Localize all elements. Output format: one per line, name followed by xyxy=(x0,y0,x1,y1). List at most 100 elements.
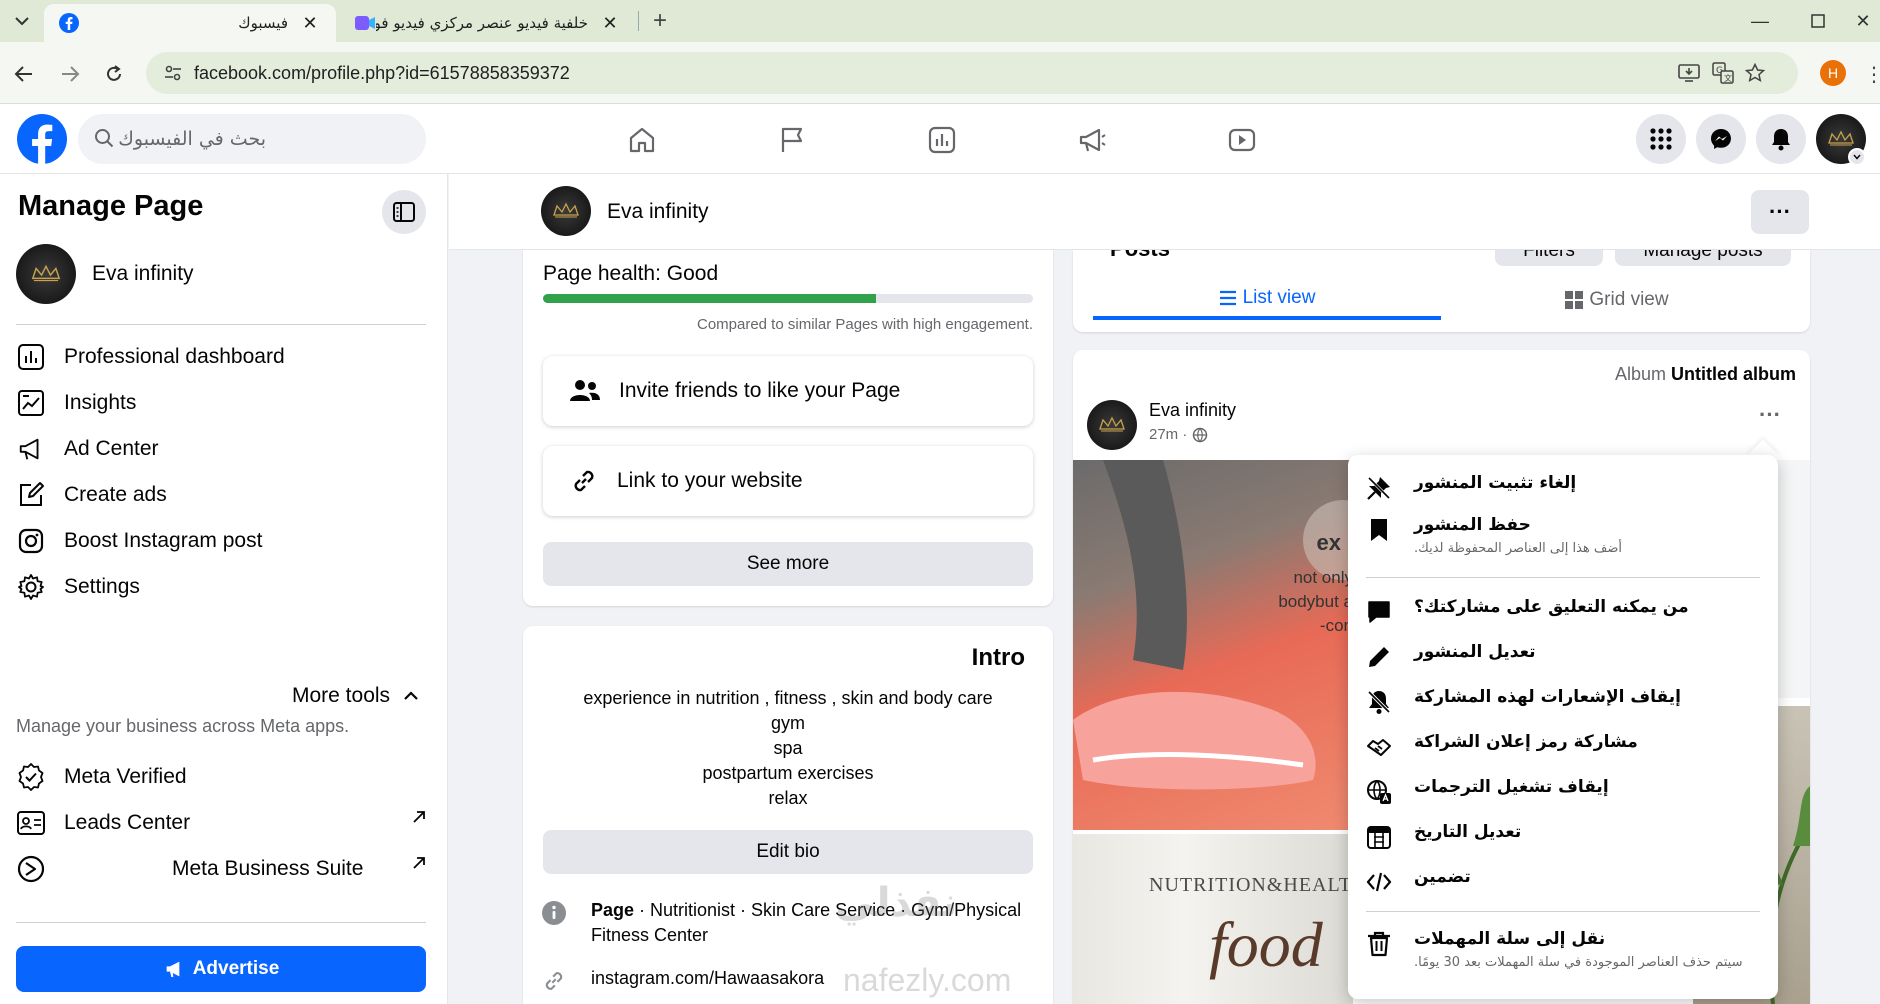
tab-search-chevron-icon[interactable] xyxy=(6,5,38,37)
pages-flag-icon[interactable] xyxy=(770,118,814,162)
post-author-name[interactable]: Eva infinity xyxy=(1149,400,1236,421)
sidebar-item-boost-instagram[interactable]: Boost Instagram post xyxy=(14,518,434,564)
advertise-button[interactable]: Advertise xyxy=(16,946,426,992)
tab-facebook[interactable]: فيسبوك ✕ xyxy=(44,4,336,42)
photo-text: not only xyxy=(1293,568,1353,587)
facebook-logo-icon[interactable] xyxy=(16,113,68,165)
invite-friends-button[interactable]: Invite friends to like your Page xyxy=(543,356,1033,426)
post-photo-nutrition[interactable]: NUTRITION&HEALT food xyxy=(1073,834,1353,1004)
bio-line: spa xyxy=(773,738,803,758)
video-play-icon[interactable] xyxy=(1220,118,1264,162)
photo-illustration xyxy=(1073,460,1353,790)
menu-grid-icon[interactable] xyxy=(1636,114,1686,164)
menu-item-label: تضمين xyxy=(1414,867,1471,887)
collapse-sidebar-icon[interactable] xyxy=(382,190,426,234)
sidebar-item-label: Settings xyxy=(64,575,140,598)
tab-video[interactable]: خلفية فيديو عنصر مركزي فيديو فو ✕ xyxy=(340,4,636,42)
translate-icon[interactable]: G文 xyxy=(1710,61,1736,85)
menu-divider xyxy=(1366,911,1760,912)
sidebar-item-create-ads[interactable]: Create ads xyxy=(14,472,434,518)
post-photo-fitness[interactable]: ex not only bodybut a -con xyxy=(1073,460,1353,830)
grid-view-tab[interactable]: Grid view xyxy=(1443,280,1791,320)
sidebar-item-label: Create ads xyxy=(64,483,167,506)
sidebar-page-switcher[interactable]: Eva infinity xyxy=(16,244,194,304)
messenger-icon[interactable] xyxy=(1696,114,1746,164)
edit-bio-button[interactable]: Edit bio xyxy=(543,830,1033,874)
notifications-bell-icon[interactable] xyxy=(1756,114,1806,164)
posts-header-card: Posts Filters Manage posts List view Gri… xyxy=(1073,250,1810,332)
menu-item-move-to-trash[interactable]: نقل إلى سلة المهملات سيتم حذف العناصر الم… xyxy=(1348,929,1778,972)
menu-item-who-can-comment[interactable]: من يمكنه التعليق على مشاركتك؟ xyxy=(1348,597,1778,625)
sidebar-item-meta-verified[interactable]: Meta Verified xyxy=(14,754,434,800)
tab-close-icon[interactable]: ✕ xyxy=(598,13,622,34)
page-header-avatar[interactable] xyxy=(541,186,591,236)
intro-title: Intro xyxy=(971,644,1025,671)
omnibox[interactable]: facebook.com/profile.php?id=615788583593… xyxy=(146,52,1798,94)
album-prefix: Album xyxy=(1614,364,1666,384)
browser-profile-avatar[interactable]: H xyxy=(1820,60,1846,86)
close-window-icon[interactable]: ✕ xyxy=(1846,0,1880,42)
maximize-icon[interactable] xyxy=(1790,0,1846,42)
bell-off-icon xyxy=(1366,689,1392,715)
minimize-icon[interactable]: — xyxy=(1732,0,1788,42)
sidebar-item-leads-center[interactable]: Leads Center xyxy=(14,800,434,846)
bookmark-icon xyxy=(1366,517,1392,543)
facebook-top-bar: بحث في الفيسبوك xyxy=(0,104,1880,174)
menu-item-edit-date[interactable]: تعديل التاريخ xyxy=(1348,822,1778,850)
post-author-avatar[interactable] xyxy=(1087,400,1137,450)
new-tab-plus-icon[interactable]: + xyxy=(644,5,676,37)
menu-item-edit-post[interactable]: تعديل المنشور xyxy=(1348,642,1778,670)
advertise-label: Advertise xyxy=(192,958,280,979)
menu-item-save[interactable]: حفظ المنشور أضف هذا إلى العناصر المحفوظة … xyxy=(1348,515,1778,558)
ad-megaphone-icon[interactable] xyxy=(1070,118,1114,162)
reload-icon[interactable] xyxy=(98,58,130,90)
manage-posts-button[interactable]: Manage posts xyxy=(1615,250,1791,266)
more-tools-toggle[interactable]: More tools xyxy=(292,684,418,708)
sidebar-item-ad-center[interactable]: Ad Center xyxy=(14,426,434,472)
sidebar-item-label: Insights xyxy=(64,391,137,414)
sidebar-item-insights[interactable]: Insights xyxy=(14,380,434,426)
professional-dashboard-nav-icon[interactable] xyxy=(920,118,964,162)
back-icon[interactable] xyxy=(8,58,40,90)
site-settings-icon[interactable] xyxy=(160,61,186,85)
menu-item-partnership-code[interactable]: مشاركة رمز إعلان الشراكة xyxy=(1348,732,1778,760)
globe-translate-icon xyxy=(1366,779,1392,805)
watermark-latin: nafezly.com xyxy=(843,962,1012,998)
advertise-megaphone-icon xyxy=(166,961,180,977)
sidebar-item-settings[interactable]: Settings xyxy=(14,564,434,610)
bookmark-star-icon[interactable] xyxy=(1742,61,1768,85)
tab-close-icon[interactable]: ✕ xyxy=(298,13,322,34)
account-chevron-icon[interactable] xyxy=(1848,148,1866,166)
manage-page-sidebar: Manage Page Eva infinity Professional da… xyxy=(0,174,448,1004)
invite-friends-label: Invite friends to like your Page xyxy=(619,379,901,402)
grid-icon xyxy=(1565,291,1584,309)
sidebar-item-label: Meta Business Suite xyxy=(172,857,364,880)
external-link-icon xyxy=(412,810,426,824)
menu-item-embed[interactable]: تضمين xyxy=(1348,867,1778,895)
search-placeholder: بحث في الفيسبوك xyxy=(118,128,266,150)
album-line[interactable]: Album Untitled album xyxy=(1615,364,1796,385)
post-timestamp[interactable]: 27m · xyxy=(1149,426,1208,443)
see-more-button[interactable]: See more xyxy=(543,542,1033,586)
browser-menu-icon[interactable]: ⋮ xyxy=(1858,58,1880,90)
home-icon[interactable] xyxy=(620,118,664,162)
menu-item-label: تعديل التاريخ xyxy=(1414,822,1522,842)
album-name: Untitled album xyxy=(1671,364,1796,384)
page-options-button[interactable]: ··· xyxy=(1751,190,1809,234)
forward-icon[interactable] xyxy=(54,58,86,90)
list-view-tab[interactable]: List view xyxy=(1093,280,1441,320)
install-app-icon[interactable] xyxy=(1676,61,1702,85)
post-options-menu: إلغاء تثبيت المنشور حفظ المنشور أضف هذا إ… xyxy=(1348,455,1778,999)
post-options-icon[interactable]: ··· xyxy=(1759,402,1781,428)
link-website-button[interactable]: Link to your website xyxy=(543,446,1033,516)
sidebar-item-professional-dashboard[interactable]: Professional dashboard xyxy=(14,334,434,380)
menu-item-turn-off-notifications[interactable]: إيقاف الإشعارات لهذه المشاركة xyxy=(1348,687,1778,715)
facebook-search-input[interactable]: بحث في الفيسبوك xyxy=(78,114,426,164)
menu-item-turn-off-translations[interactable]: إيقاف تشغيل الترجمات xyxy=(1348,777,1778,805)
menu-item-unpin[interactable]: إلغاء تثبيت المنشور xyxy=(1348,473,1778,501)
sidebar-item-meta-business-suite[interactable]: Meta Business Suite xyxy=(14,846,434,892)
list-icon xyxy=(1219,290,1236,306)
page-health-fill xyxy=(543,294,877,303)
filters-button[interactable]: Filters xyxy=(1495,250,1603,266)
posts-title: Posts xyxy=(1095,250,1185,266)
